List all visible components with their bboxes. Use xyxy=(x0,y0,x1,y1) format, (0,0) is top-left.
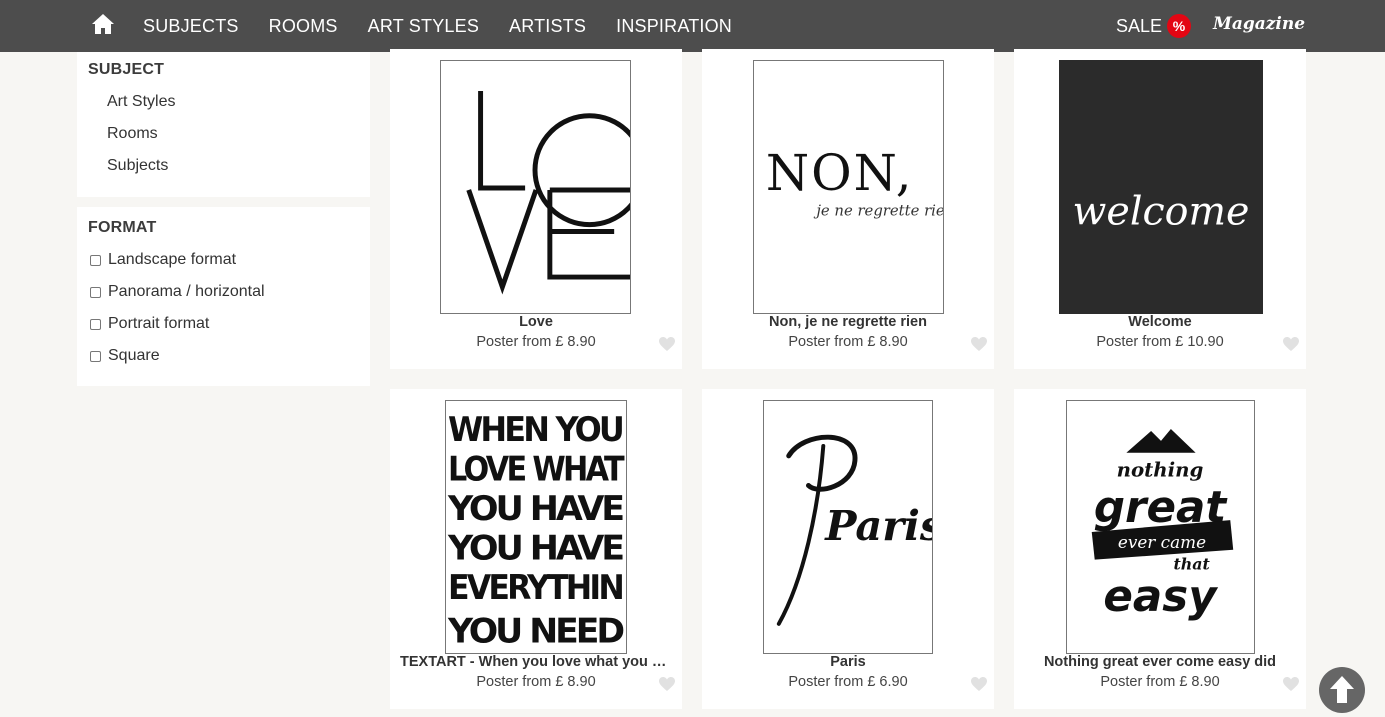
format-option-label: Panorama / horizontal xyxy=(108,283,265,300)
nav-item-artists[interactable]: ARTISTS xyxy=(509,16,586,37)
product-price: Poster from £ 8.90 xyxy=(476,334,596,350)
format-option-landscape[interactable]: Landscape format xyxy=(90,251,236,269)
poster-art-text: YOU HAVE xyxy=(447,489,623,528)
subject-link-subjects[interactable]: Subjects xyxy=(107,157,168,175)
poster-art-text: L xyxy=(441,61,442,62)
top-nav-bar: SUBJECTS ROOMS ART STYLES ARTISTS INSPIR… xyxy=(0,0,1385,52)
product-price: Poster from £ 8.90 xyxy=(788,334,908,350)
heart-icon[interactable] xyxy=(658,336,676,352)
checkbox[interactable] xyxy=(90,254,101,266)
poster-image[interactable]: L xyxy=(440,60,631,314)
format-option-portrait[interactable]: Portrait format xyxy=(90,315,209,333)
poster-art-text: easy xyxy=(1103,572,1218,622)
poster-art-text: WHEN YOU xyxy=(448,410,623,449)
format-option-panorama[interactable]: Panorama / horizontal xyxy=(90,283,265,301)
nav-item-rooms[interactable]: ROOMS xyxy=(269,16,338,37)
subject-heading: SUBJECT xyxy=(88,61,165,78)
main-nav: SUBJECTS ROOMS ART STYLES ARTISTS INSPIR… xyxy=(143,0,762,52)
poster-art-text: LOVE WHAT xyxy=(448,450,625,489)
checkbox[interactable] xyxy=(90,318,101,330)
product-title[interactable]: Nothing great ever come easy did xyxy=(1014,654,1306,670)
product-price: Poster from £ 6.90 xyxy=(788,674,908,690)
heart-icon[interactable] xyxy=(970,676,988,692)
subject-link-art-styles[interactable]: Art Styles xyxy=(107,93,175,111)
heart-icon[interactable] xyxy=(1282,676,1300,692)
poster-art-text: nothing xyxy=(1117,458,1204,482)
subject-link-rooms[interactable]: Rooms xyxy=(107,125,158,143)
poster-image[interactable]: WHEN YOU LOVE WHAT YOU HAVE YOU HAVE EVE… xyxy=(445,400,627,654)
sale-link[interactable]: SALE % xyxy=(1116,0,1192,52)
product-price: Poster from £ 10.90 xyxy=(1096,334,1224,350)
poster-art-text: YOU HAVE xyxy=(447,529,623,568)
format-filter-panel: FORMAT Landscape format Panorama / horiz… xyxy=(77,207,370,386)
product-card-paris[interactable]: Paris Paris Poster from £ 6.90 xyxy=(702,389,994,709)
nav-item-art-styles[interactable]: ART STYLES xyxy=(368,16,479,37)
heart-icon[interactable] xyxy=(1282,336,1300,352)
format-option-square[interactable]: Square xyxy=(90,347,160,365)
checkbox[interactable] xyxy=(90,286,101,298)
product-title[interactable]: Welcome xyxy=(1014,314,1306,330)
nav-item-subjects[interactable]: SUBJECTS xyxy=(143,16,239,37)
heart-icon[interactable] xyxy=(970,336,988,352)
subject-filter-panel: SUBJECT Art Styles Rooms Subjects xyxy=(77,52,370,197)
product-title[interactable]: TEXTART - When you love what you h... xyxy=(390,654,682,670)
format-option-label: Square xyxy=(108,347,160,364)
format-heading: FORMAT xyxy=(88,219,157,236)
poster-art-text: EVERYTHIN xyxy=(448,568,623,607)
arrow-up-icon xyxy=(1330,676,1354,703)
heart-icon[interactable] xyxy=(658,676,676,692)
format-option-label: Landscape format xyxy=(108,251,237,268)
product-price: Poster from £ 8.90 xyxy=(1100,674,1220,690)
sale-percent-badge: % xyxy=(1167,14,1192,38)
poster-image[interactable]: welcome xyxy=(1059,60,1263,314)
nav-item-inspiration[interactable]: INSPIRATION xyxy=(616,16,732,37)
magazine-link[interactable]: Magazine xyxy=(1213,14,1305,34)
product-price: Poster from £ 8.90 xyxy=(476,674,596,690)
poster-image[interactable]: nothing great ever came that easy xyxy=(1066,400,1255,654)
poster-art-subtext: je ne regrette rien xyxy=(813,203,943,220)
poster-art-text: YOU NEED xyxy=(447,612,624,651)
product-card-non-je-ne-regrette-rien[interactable]: NON, je ne regrette rien Non, je ne regr… xyxy=(702,49,994,369)
poster-image[interactable]: Paris xyxy=(763,400,933,654)
poster-image[interactable]: NON, je ne regrette rien xyxy=(753,60,944,314)
poster-art-text: Paris xyxy=(824,501,932,550)
home-icon[interactable] xyxy=(91,13,115,35)
product-card-love[interactable]: L Love Poster from £ 8.90 xyxy=(390,49,682,369)
product-title[interactable]: Love xyxy=(390,314,682,330)
poster-art-text: ever came xyxy=(1118,532,1206,552)
poster-art-text: NON, xyxy=(766,144,914,202)
product-card-textart[interactable]: WHEN YOU LOVE WHAT YOU HAVE YOU HAVE EVE… xyxy=(390,389,682,709)
product-card-nothing-great[interactable]: nothing great ever came that easy Nothin… xyxy=(1014,389,1306,709)
product-title[interactable]: Non, je ne regrette rien xyxy=(702,314,994,330)
product-title[interactable]: Paris xyxy=(702,654,994,670)
sale-label: SALE xyxy=(1116,15,1163,36)
poster-art-text: welcome xyxy=(1073,189,1250,235)
scroll-to-top-button[interactable] xyxy=(1319,667,1365,713)
poster-art-text: that xyxy=(1173,555,1210,574)
checkbox[interactable] xyxy=(90,350,101,362)
format-option-label: Portrait format xyxy=(108,315,210,332)
product-card-welcome[interactable]: welcome Welcome Poster from £ 10.90 xyxy=(1014,49,1306,369)
